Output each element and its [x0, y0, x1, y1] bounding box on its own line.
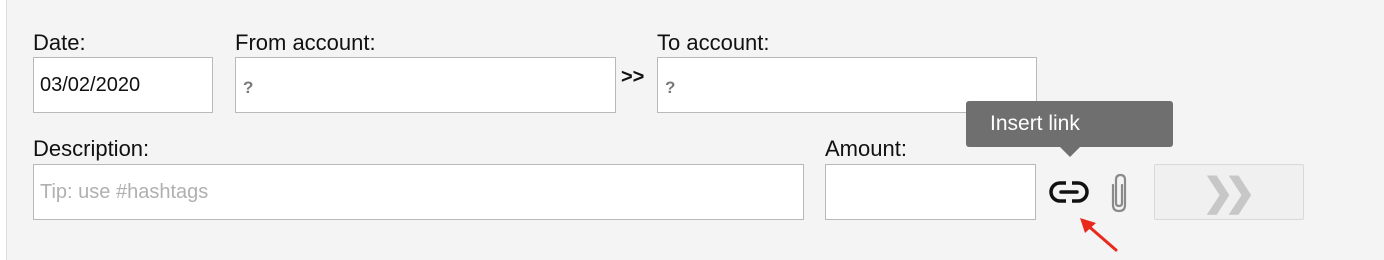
from-account-label: From account:: [235, 30, 376, 55]
link-icon: [1049, 180, 1089, 204]
tooltip-caret: [1060, 147, 1080, 157]
insert-link-button[interactable]: [1048, 179, 1090, 205]
to-account-value: ?: [665, 78, 676, 97]
double-chevron-right-icon: ❯❯: [1202, 171, 1256, 214]
from-account-value: ?: [243, 78, 254, 97]
amount-label: Amount:: [825, 136, 907, 161]
date-label: Date:: [33, 30, 86, 55]
from-account-select[interactable]: ?: [235, 57, 616, 113]
paperclip-icon: [1111, 173, 1127, 213]
insert-link-tooltip: Insert link: [966, 101, 1173, 147]
tooltip-text: Insert link: [990, 112, 1080, 135]
to-account-label: To account:: [657, 30, 770, 55]
date-field[interactable]: 03/02/2020: [33, 57, 213, 113]
description-label: Description:: [33, 136, 150, 161]
amount-input[interactable]: [825, 164, 1036, 220]
date-value: 03/02/2020: [40, 74, 141, 96]
attach-file-button[interactable]: [1104, 171, 1134, 217]
transfer-arrow: >>: [621, 66, 645, 88]
annotation-arrow: [1080, 218, 1118, 252]
description-input[interactable]: [33, 164, 804, 220]
next-button[interactable]: ❯❯: [1154, 164, 1304, 220]
